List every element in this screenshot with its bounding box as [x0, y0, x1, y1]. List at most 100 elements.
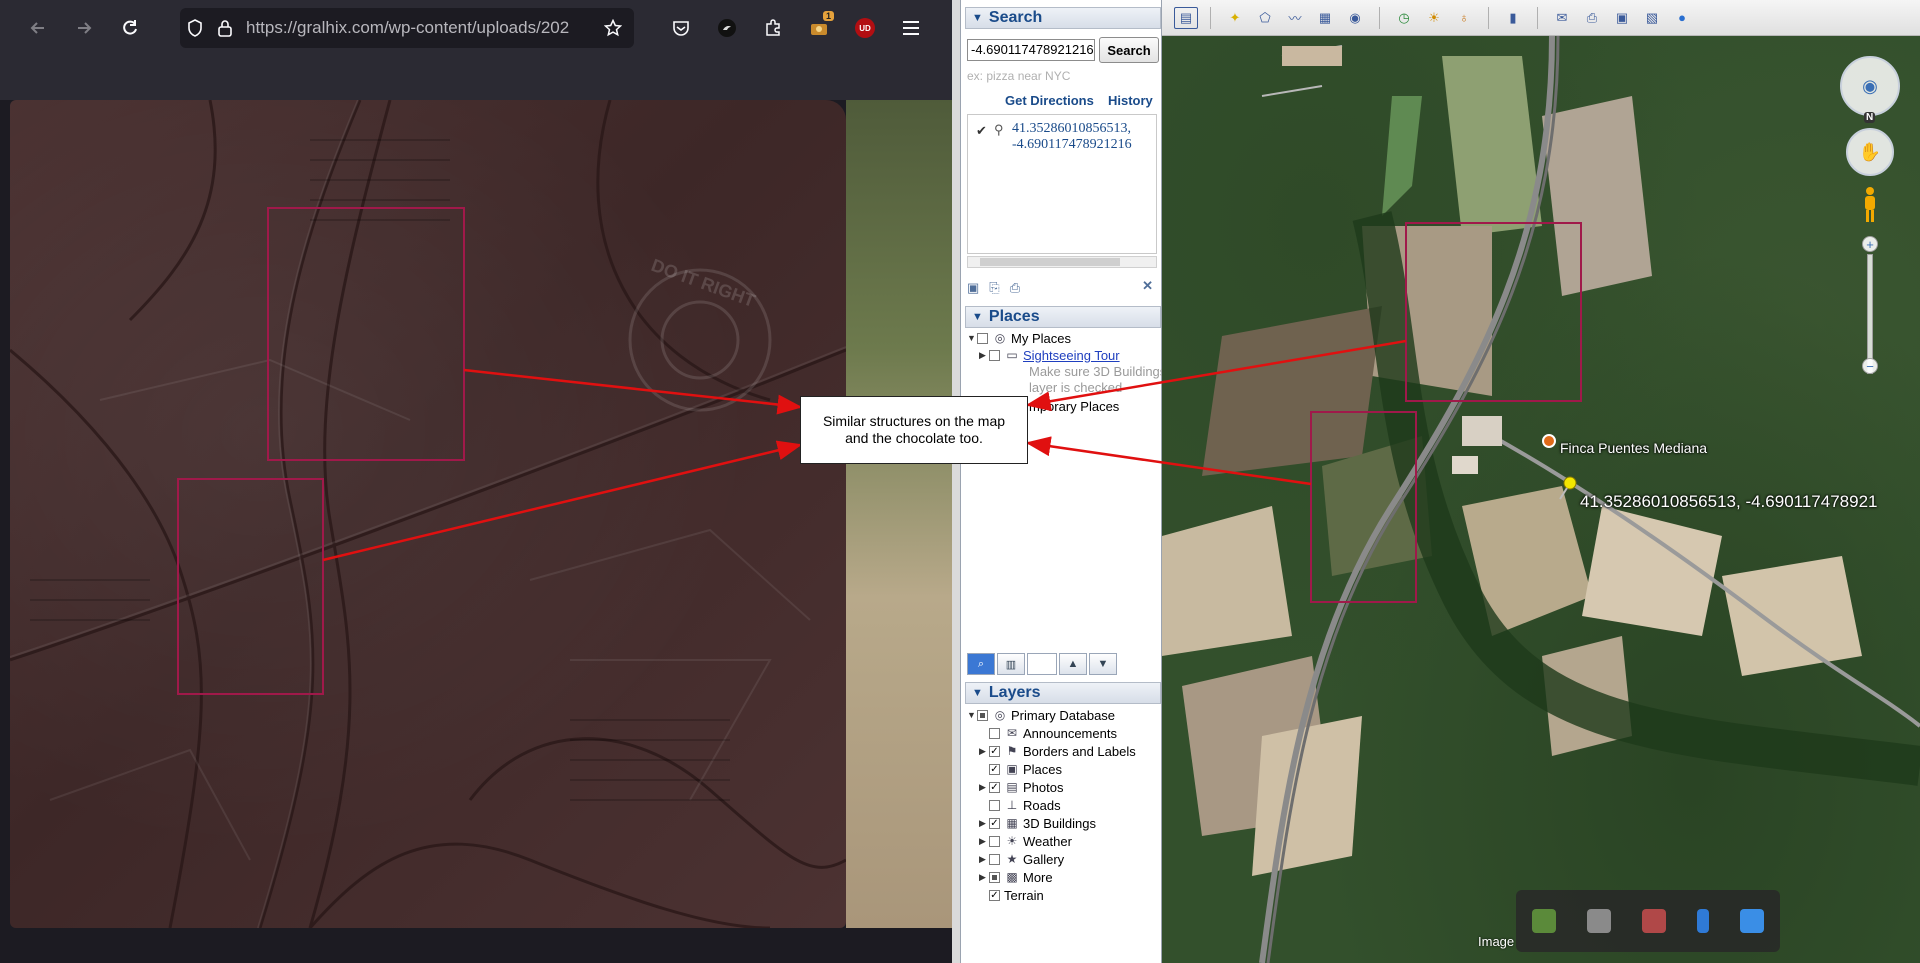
- ublock-button[interactable]: UD: [844, 7, 886, 49]
- layer-item[interactable]: ▶ ☀ Weather: [979, 833, 1072, 849]
- print-icon[interactable]: ⎙: [1010, 280, 1020, 296]
- layer-item[interactable]: ▶ ▩ More: [979, 869, 1053, 885]
- layer-checkbox[interactable]: ✓: [989, 745, 1000, 757]
- search-input[interactable]: -4.690117478921216: [967, 39, 1095, 61]
- satellite-map-view[interactable]: ◉ N ✋ + − Finca Puentes Mediana 41.35286…: [1162, 36, 1920, 963]
- app-icon-windows[interactable]: [1740, 909, 1765, 933]
- expand-triangle-icon[interactable]: ▶: [979, 836, 989, 847]
- places-panel-header[interactable]: ▼ Places: [965, 306, 1161, 328]
- layers-panel-header[interactable]: ▼ Layers: [965, 682, 1161, 704]
- layer-filter-field[interactable]: [1027, 653, 1057, 675]
- app-icon-red[interactable]: [1641, 909, 1666, 933]
- panel-splitter[interactable]: [952, 0, 960, 963]
- pocket-button[interactable]: [660, 7, 702, 49]
- search-panel-header[interactable]: ▼ Search: [965, 7, 1161, 29]
- ruler-icon[interactable]: ▮: [1501, 7, 1525, 29]
- extension-notify-button[interactable]: 1: [798, 7, 840, 49]
- places-item-sightseeing-tour[interactable]: ▶ ▭ Sightseeing Tour: [979, 347, 1120, 363]
- zoom-in-button[interactable]: +: [1862, 236, 1878, 252]
- planets-icon[interactable]: ♁: [1452, 7, 1476, 29]
- shield-icon[interactable]: [180, 13, 210, 43]
- layer-checkbox[interactable]: [989, 799, 1000, 811]
- pushpin-coordinate-label[interactable]: 41.35286010856513, -4.690117478921: [1580, 492, 1877, 512]
- copy-icon[interactable]: ⎘: [989, 280, 999, 296]
- layer-item[interactable]: ▶ ✓ ⚑ Borders and Labels: [979, 743, 1136, 759]
- collapse-triangle-icon[interactable]: ▼: [972, 311, 983, 323]
- earth-gallery-icon[interactable]: ●: [1670, 7, 1694, 29]
- collapse-triangle-icon[interactable]: ▼: [972, 12, 983, 24]
- look-joystick[interactable]: ◉: [1840, 56, 1900, 116]
- layer-item[interactable]: ▼ ◎ Primary Database: [967, 707, 1115, 723]
- place-label[interactable]: Finca Puentes Mediana: [1560, 440, 1707, 456]
- place-marker-icon[interactable]: [1542, 434, 1556, 448]
- yellow-pushpin-icon[interactable]: [1558, 476, 1580, 500]
- forward-button[interactable]: [62, 6, 106, 50]
- expand-triangle-icon[interactable]: ▶: [979, 350, 989, 361]
- sunlight-icon[interactable]: ☀: [1422, 7, 1446, 29]
- layer-checkbox[interactable]: [989, 853, 1000, 865]
- extensions-button[interactable]: [752, 7, 794, 49]
- get-directions-link[interactable]: Get Directions: [1005, 93, 1094, 108]
- expand-triangle-icon[interactable]: ▶: [979, 782, 989, 793]
- expand-triangle-icon[interactable]: ▼: [967, 710, 977, 720]
- image-overlay-icon[interactable]: ▦: [1313, 7, 1337, 29]
- expand-triangle-icon[interactable]: ▶: [979, 854, 989, 865]
- historical-imagery-icon[interactable]: ◷: [1392, 7, 1416, 29]
- layer-checkbox[interactable]: ✓: [989, 817, 1000, 829]
- close-icon[interactable]: ✕: [1142, 278, 1153, 294]
- move-up-button[interactable]: ▲: [1059, 653, 1087, 675]
- layer-item[interactable]: ▶ ✓ ▦ 3D Buildings: [979, 815, 1096, 831]
- layer-item[interactable]: ▶ ★ Gallery: [979, 851, 1064, 867]
- search-result-item[interactable]: 41.35286010856513, -4.690117478921216: [1012, 121, 1132, 153]
- scrollbar-thumb[interactable]: [980, 258, 1120, 266]
- save-image-icon[interactable]: ▣: [1610, 7, 1634, 29]
- checkbox[interactable]: [989, 349, 1000, 361]
- url-text[interactable]: https://gralhix.com/wp-content/uploads/2…: [240, 18, 598, 38]
- layer-checkbox[interactable]: ✓: [989, 889, 1000, 901]
- layer-checkbox[interactable]: [989, 835, 1000, 847]
- layer-checkbox[interactable]: [989, 871, 1000, 883]
- back-button[interactable]: [16, 6, 60, 50]
- layer-checkbox[interactable]: [977, 709, 988, 721]
- record-tour-icon[interactable]: ◉: [1343, 7, 1367, 29]
- zoom-out-button[interactable]: −: [1862, 358, 1878, 374]
- move-down-button[interactable]: ▼: [1089, 653, 1117, 675]
- layer-item[interactable]: ✓ ▣ Places: [979, 761, 1062, 777]
- app-icon-green[interactable]: [1531, 909, 1556, 933]
- layer-item[interactable]: ✓ Terrain: [979, 887, 1044, 903]
- expand-triangle-icon[interactable]: ▼: [967, 333, 977, 343]
- search-button[interactable]: Search: [1099, 37, 1159, 63]
- app-icon-blue[interactable]: [1697, 909, 1710, 933]
- app-icon-grey[interactable]: [1586, 909, 1611, 933]
- search-layers-button[interactable]: ⌕: [967, 653, 995, 675]
- add-folder-icon[interactable]: ▣: [967, 280, 979, 296]
- results-horizontal-scrollbar[interactable]: [967, 256, 1157, 268]
- layer-item[interactable]: ✉ Announcements: [979, 725, 1117, 741]
- sidebar-toggle-button[interactable]: ▥: [997, 653, 1025, 675]
- places-item-my-places[interactable]: ▼ ◎ My Places: [967, 330, 1071, 346]
- move-joystick[interactable]: ✋: [1846, 128, 1894, 176]
- layer-checkbox[interactable]: [989, 727, 1000, 739]
- street-view-pegman-icon[interactable]: [1862, 186, 1878, 226]
- lock-icon[interactable]: [210, 13, 240, 43]
- view-in-maps-icon[interactable]: ▧: [1640, 7, 1664, 29]
- expand-triangle-icon[interactable]: ▶: [979, 872, 989, 883]
- expand-triangle-icon[interactable]: ▶: [979, 818, 989, 829]
- north-indicator[interactable]: N: [1864, 112, 1876, 123]
- layer-item[interactable]: ▶ ✓ ▤ Photos: [979, 779, 1063, 795]
- places-item-temporary-places[interactable]: mporary Places: [1029, 398, 1119, 414]
- layer-checkbox[interactable]: ✓: [989, 763, 1000, 775]
- bookmark-star-icon[interactable]: [598, 13, 628, 43]
- expand-triangle-icon[interactable]: ▶: [979, 746, 989, 757]
- url-bar[interactable]: https://gralhix.com/wp-content/uploads/2…: [180, 8, 634, 48]
- history-link[interactable]: History: [1108, 93, 1153, 108]
- sidebar-toggle-icon[interactable]: ▤: [1174, 6, 1198, 29]
- collapse-triangle-icon[interactable]: ▼: [972, 687, 983, 699]
- extension-bird-button[interactable]: [706, 7, 748, 49]
- reload-button[interactable]: [108, 6, 152, 50]
- add-path-icon[interactable]: 〰: [1283, 7, 1307, 29]
- menu-button[interactable]: [890, 7, 932, 49]
- sightseeing-tour-link[interactable]: Sightseeing Tour: [1023, 348, 1120, 363]
- checkbox[interactable]: [977, 332, 988, 344]
- zoom-slider-track[interactable]: [1867, 254, 1873, 374]
